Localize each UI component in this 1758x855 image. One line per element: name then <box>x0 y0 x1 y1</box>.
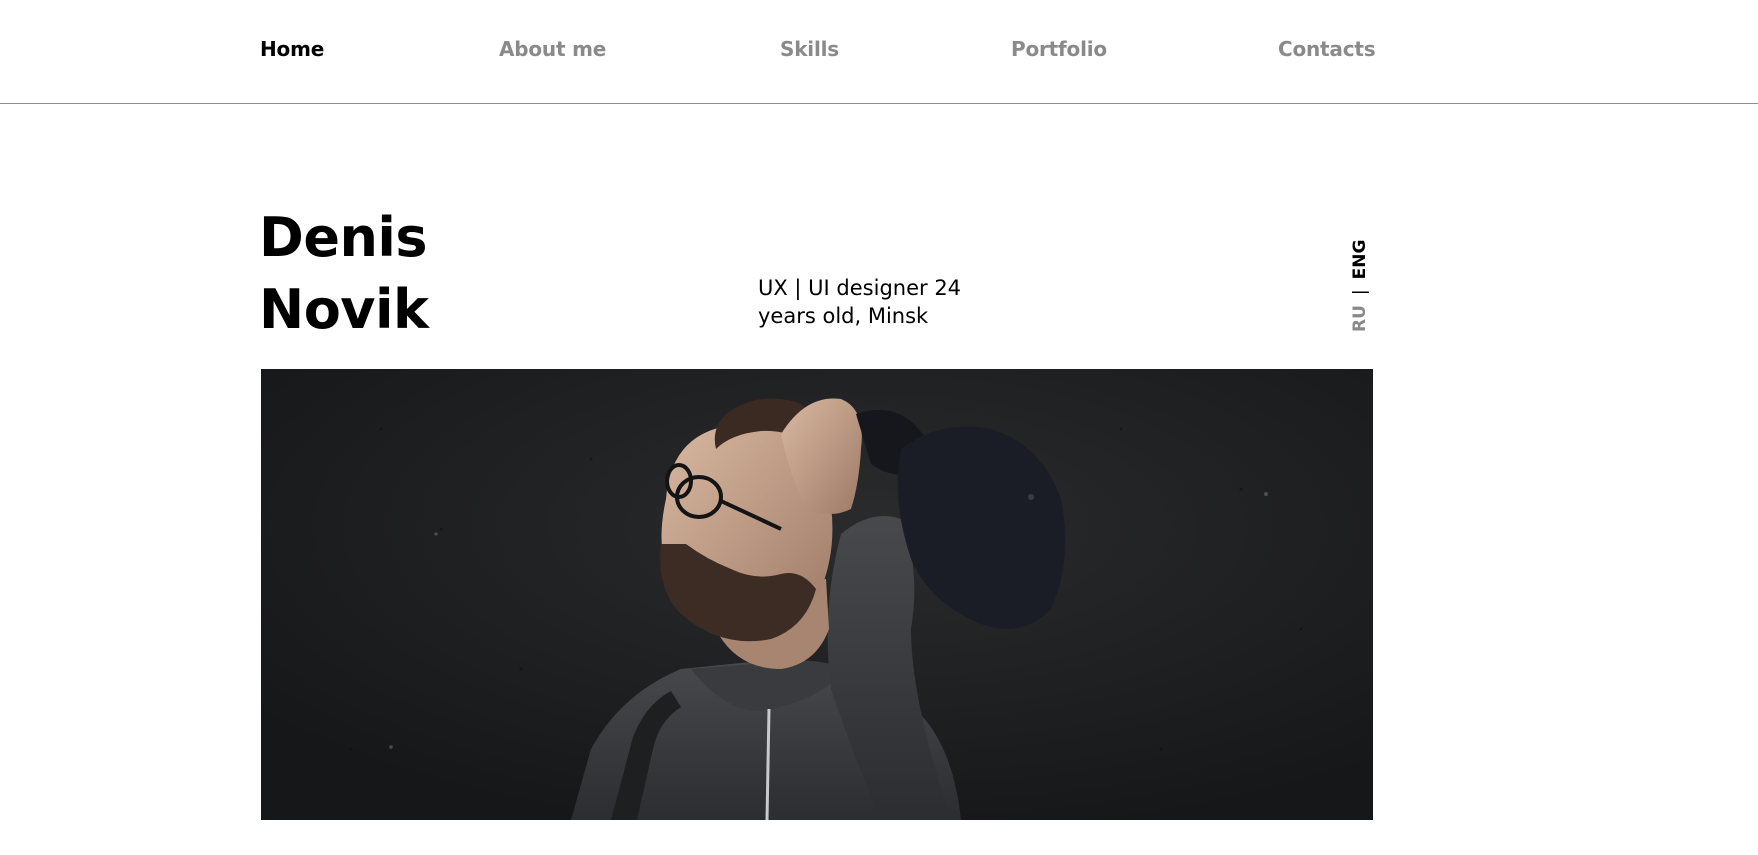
nav-item-contacts[interactable]: Contacts <box>1278 36 1376 62</box>
hero-photo <box>261 369 1373 820</box>
zipper <box>765 708 771 820</box>
tagline-line-2: years old, Minsk <box>758 304 929 328</box>
tagline: UX | UI designer 24 years old, Minsk <box>758 274 978 330</box>
language-switcher: RU | ENG <box>1346 240 1374 332</box>
tagline-line-1: UX | UI designer 24 <box>758 276 962 300</box>
language-option-eng[interactable]: ENG <box>1346 240 1374 280</box>
language-option-ru[interactable]: RU <box>1346 305 1374 332</box>
last-name: Novik <box>259 278 429 341</box>
page: Home About me Skills Portfolio Contacts … <box>0 0 1758 855</box>
language-separator: | <box>1350 289 1370 296</box>
page-title: Denis Novik <box>259 202 429 346</box>
nav-item-home[interactable]: Home <box>260 36 324 62</box>
nav-item-skills[interactable]: Skills <box>780 36 839 62</box>
nav-item-about-me[interactable]: About me <box>499 36 606 62</box>
nav-item-portfolio[interactable]: Portfolio <box>1011 36 1107 62</box>
first-name: Denis <box>259 206 428 269</box>
top-navigation: Home About me Skills Portfolio Contacts <box>0 0 1758 104</box>
portrait-illustration <box>261 369 1373 820</box>
